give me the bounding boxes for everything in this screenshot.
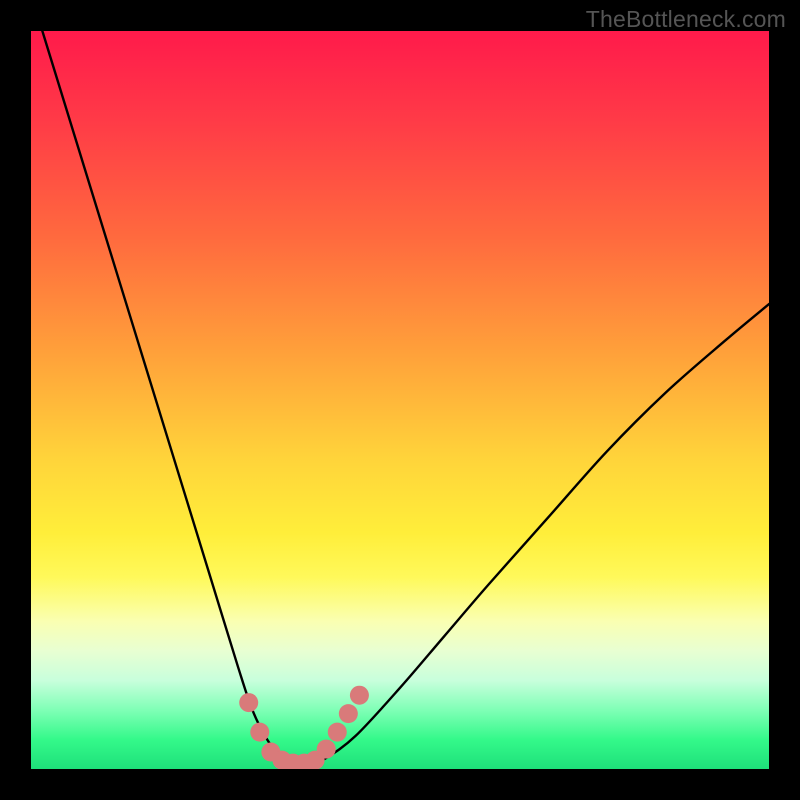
highlight-dot [328, 723, 347, 742]
bottleneck-curve-svg [31, 31, 769, 769]
bottleneck-curve [31, 31, 769, 764]
highlight-dot [250, 723, 269, 742]
highlight-dot [239, 693, 258, 712]
watermark-label: TheBottleneck.com [586, 6, 786, 33]
highlight-dot [317, 740, 336, 759]
chart-frame: TheBottleneck.com [0, 0, 800, 800]
plot-area [31, 31, 769, 769]
highlight-dots [239, 686, 369, 769]
highlight-dot [339, 704, 358, 723]
highlight-dot [350, 686, 369, 705]
